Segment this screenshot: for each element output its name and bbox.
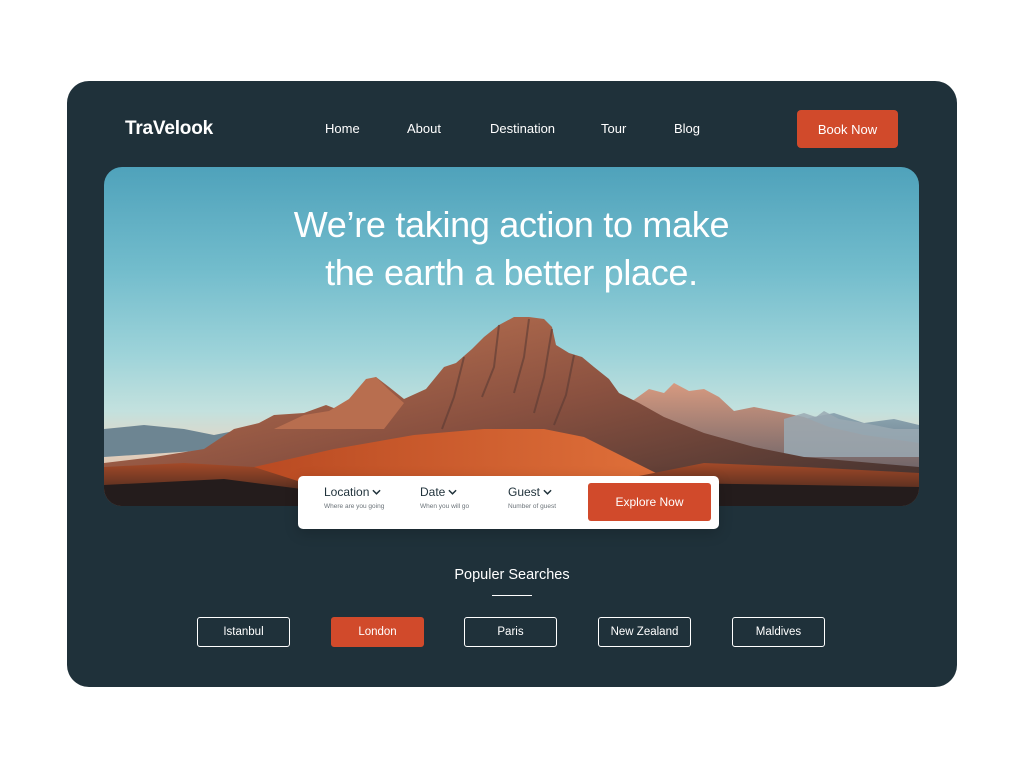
- book-now-button[interactable]: Book Now: [797, 110, 898, 148]
- chip-new-zealand[interactable]: New Zealand: [598, 617, 691, 647]
- trip-search-bar: Location Where are you going Date When y…: [298, 476, 719, 529]
- explore-now-button[interactable]: Explore Now: [588, 483, 711, 521]
- guest-field[interactable]: Guest Number of guest: [508, 485, 556, 510]
- chip-paris[interactable]: Paris: [464, 617, 557, 647]
- guest-hint: Number of guest: [508, 503, 557, 510]
- hero-banner: We’re taking action to make the earth a …: [104, 167, 919, 506]
- location-label: Location: [324, 485, 370, 499]
- chip-maldives[interactable]: Maldives: [732, 617, 825, 647]
- nav-home[interactable]: Home: [325, 121, 360, 136]
- heading-underline: [492, 595, 532, 596]
- location-field[interactable]: Location Where are you going: [324, 485, 384, 510]
- date-field[interactable]: Date When you will go: [420, 485, 469, 510]
- location-hint: Where are you going: [324, 503, 385, 510]
- chip-london[interactable]: London: [331, 617, 424, 647]
- guest-label: Guest: [508, 485, 541, 499]
- chevron-down-icon: [448, 489, 457, 495]
- date-hint: When you will go: [420, 503, 470, 510]
- hero-headline-line-2: the earth a better place.: [325, 252, 698, 293]
- nav-blog[interactable]: Blog: [674, 121, 700, 136]
- brand-logo[interactable]: TraVelook: [125, 118, 213, 140]
- nav-about[interactable]: About: [407, 121, 441, 136]
- nav-destination[interactable]: Destination: [490, 121, 555, 136]
- landing-panel: TraVelook Home About Destination Tour Bl…: [67, 81, 957, 687]
- popular-searches-heading: Populer Searches: [454, 567, 570, 583]
- chevron-down-icon: [372, 489, 381, 495]
- nav-tour[interactable]: Tour: [601, 121, 626, 136]
- date-label: Date: [420, 485, 446, 499]
- hero-headline: We’re taking action to make the earth a …: [104, 201, 919, 297]
- chip-istanbul[interactable]: Istanbul: [197, 617, 290, 647]
- hero-headline-line-1: We’re taking action to make: [293, 204, 730, 245]
- chevron-down-icon: [543, 489, 552, 495]
